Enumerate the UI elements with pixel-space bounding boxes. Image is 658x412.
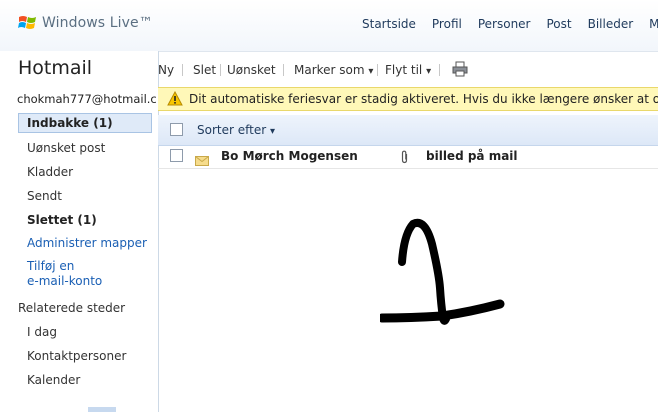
mark-as-button[interactable]: Marker som ▾: [294, 63, 373, 77]
toolbar-divider: [220, 64, 221, 76]
toolbar-divider: [283, 64, 284, 76]
account-email[interactable]: chokmah777@hotmail.c: [17, 92, 157, 106]
related-contacts[interactable]: Kontaktpersoner: [27, 349, 126, 363]
junk-button[interactable]: Uønsket: [227, 63, 276, 77]
sort-by-label: Sorter efter: [197, 123, 267, 137]
mark-as-label: Marker som: [294, 63, 365, 77]
folder-deleted[interactable]: Slettet (1): [27, 213, 97, 227]
toolbar-divider: [377, 64, 378, 76]
chevron-down-icon: ▾: [426, 66, 432, 77]
nav-profile[interactable]: Profil: [432, 17, 462, 31]
toolbar: Ny Slet Uønsket Marker som ▾ Flyt til ▾: [158, 51, 658, 87]
related-places-heading: Relaterede steder: [18, 301, 126, 315]
envelope-icon: [195, 151, 209, 170]
delete-button[interactable]: Slet: [193, 63, 216, 77]
hand-drawn-number-one: [380, 219, 505, 325]
printer-icon[interactable]: [452, 61, 468, 80]
top-navigation: Startside Profil Personer Post Billeder …: [362, 17, 658, 31]
nav-people[interactable]: Personer: [478, 17, 531, 31]
message-list-header: Sorter efter ▾: [158, 115, 658, 146]
folder-inbox[interactable]: Indbakke (1): [18, 113, 152, 133]
folder-junk[interactable]: Uønsket post: [27, 141, 105, 155]
vacation-reply-notice: Dit automatiske feriesvar er stadig akti…: [158, 87, 658, 111]
warning-icon: [167, 90, 183, 110]
message-checkbox[interactable]: [170, 149, 183, 162]
logo-text: Windows Live™: [42, 15, 153, 31]
folder-sent[interactable]: Sendt: [27, 189, 62, 203]
folder-drafts[interactable]: Kladder: [27, 165, 73, 179]
windows-flag-icon: [18, 14, 38, 32]
related-today[interactable]: I dag: [27, 325, 57, 339]
message-sender[interactable]: Bo Mørch Mogensen: [221, 149, 358, 163]
toolbar-divider: [439, 64, 440, 76]
sidebar-partial-element: [88, 407, 116, 412]
new-button[interactable]: Ny: [158, 63, 174, 77]
paperclip-icon: [400, 149, 409, 168]
windows-live-logo[interactable]: Windows Live™: [18, 14, 153, 32]
nav-mail[interactable]: Post: [546, 17, 571, 31]
move-to-label: Flyt til: [385, 63, 423, 77]
related-calendar[interactable]: Kalender: [27, 373, 80, 387]
toolbar-divider: [182, 64, 183, 76]
nav-photos[interactable]: Billeder: [588, 17, 634, 31]
sort-by-button[interactable]: Sorter efter ▾: [197, 123, 275, 137]
move-to-button[interactable]: Flyt til ▾: [385, 63, 431, 77]
add-account-link-line1[interactable]: Tilføj en: [27, 259, 74, 273]
app-title: Hotmail: [18, 57, 93, 79]
add-account-link-line2[interactable]: e-mail-konto: [27, 274, 102, 288]
notice-text: Dit automatiske feriesvar er stadig akti…: [189, 92, 658, 106]
message-subject[interactable]: billed på mail: [426, 149, 518, 163]
nav-home[interactable]: Startside: [362, 17, 416, 31]
manage-folders-link[interactable]: Administrer mapper: [27, 236, 147, 250]
sidebar: Hotmail chokmah777@hotmail.c Indbakke (1…: [0, 51, 159, 412]
select-all-checkbox[interactable]: [170, 123, 183, 136]
message-row[interactable]: Bo Mørch Mogensen billed på mail: [158, 146, 658, 169]
top-header: Windows Live™ Startside Profil Personer …: [0, 0, 658, 52]
chevron-down-icon: ▾: [368, 66, 374, 77]
chevron-down-icon: ▾: [269, 126, 276, 137]
nav-more[interactable]: M: [649, 17, 658, 31]
